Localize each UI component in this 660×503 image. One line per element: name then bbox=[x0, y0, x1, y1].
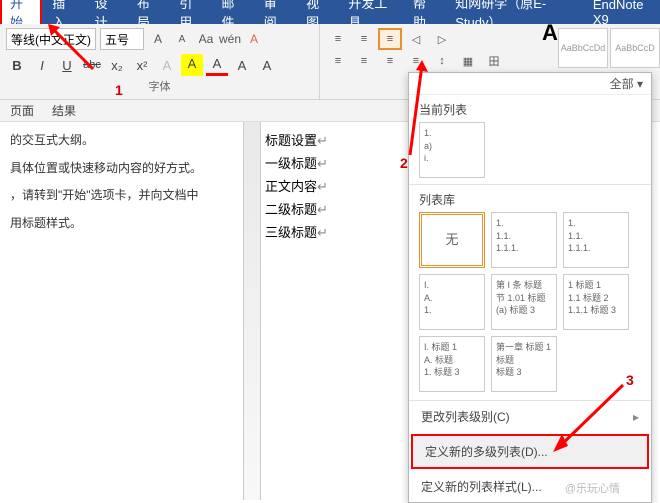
subbar-result[interactable]: 结果 bbox=[52, 102, 76, 119]
list-preset-5[interactable]: 1 标题 11.1 标题 21.1.1 标题 3 bbox=[563, 274, 629, 330]
increase-indent-button[interactable]: ▷ bbox=[430, 28, 454, 50]
line-spacing-button[interactable]: ↕ bbox=[430, 50, 454, 72]
style-preview-1[interactable]: AaBbCcDd bbox=[558, 28, 608, 68]
doc-line-1: 标题设置 bbox=[265, 133, 317, 148]
change-case-icon[interactable]: Aa bbox=[196, 29, 216, 49]
clear-format-icon[interactable]: A bbox=[244, 29, 264, 49]
bold-button[interactable]: B bbox=[6, 54, 28, 76]
chevron-right-icon: ▸ bbox=[633, 410, 639, 424]
align-center-button[interactable]: ≡ bbox=[352, 50, 376, 72]
watermark: @乐玩心情 bbox=[565, 480, 620, 496]
vertical-ruler bbox=[243, 122, 261, 500]
align-justify-button[interactable]: ≡ bbox=[404, 50, 428, 72]
dropdown-all[interactable]: 全部 ▾ bbox=[610, 75, 643, 92]
list-preset-4[interactable]: 第 I 条 标题节 1.01 标题(a) 标题 3 bbox=[491, 274, 557, 330]
font-size-combo[interactable]: 五号 bbox=[100, 28, 144, 50]
nav-line-2: 具体位置或快速移动内容的好方式。 bbox=[10, 158, 230, 180]
doc-line-3: 正文内容 bbox=[265, 179, 317, 194]
current-list-preview[interactable]: 1.a)i. bbox=[419, 122, 485, 178]
navigation-pane-text: 的交互式大纲。 具体位置或快速移动内容的好方式。 ，请转到"开始"选项卡，并向文… bbox=[0, 122, 240, 248]
current-list-label: 当前列表 bbox=[409, 95, 651, 122]
align-right-button[interactable]: ≡ bbox=[378, 50, 402, 72]
document-content[interactable]: 标题设置↵ 一级标题↵ 正文内容↵ 二级标题↵ 三级标题↵ bbox=[265, 130, 328, 245]
multilevel-list-button[interactable]: ≡ bbox=[378, 28, 402, 50]
menu-bar: 开始 插入 设计 布局 引用 邮件 审阅 视图 开发工具 帮助 知网研学（原E-… bbox=[0, 0, 660, 24]
subbar-page[interactable]: 页面 bbox=[10, 102, 34, 119]
list-preset-7[interactable]: 第一章 标题 1标题标题 3 bbox=[491, 336, 557, 392]
annotation-2: 2 bbox=[400, 155, 408, 171]
list-preset-6[interactable]: I. 标题 1A. 标题1. 标题 3 bbox=[419, 336, 485, 392]
font-family-combo[interactable]: 等线(中文正文) bbox=[6, 28, 96, 50]
font-color-button[interactable]: A bbox=[206, 54, 228, 76]
list-preset-3[interactable]: I.A.1. bbox=[419, 274, 485, 330]
borders-button[interactable]: 田 bbox=[482, 50, 506, 72]
nav-line-4: 用标题样式。 bbox=[10, 213, 230, 235]
underline-button[interactable]: U bbox=[56, 54, 78, 76]
decrease-indent-button[interactable]: ◁ bbox=[404, 28, 428, 50]
italic-button[interactable]: I bbox=[31, 54, 53, 76]
doc-line-2: 一级标题 bbox=[265, 156, 317, 171]
char-border-button[interactable]: A bbox=[231, 54, 253, 76]
annotation-3: 3 bbox=[626, 372, 634, 388]
styles-gallery: AaBbCcDd AaBbCcD A bbox=[558, 28, 660, 68]
superscript-button[interactable]: x² bbox=[131, 54, 153, 76]
bullets-button[interactable]: ≡ bbox=[326, 28, 350, 50]
list-preset-none[interactable]: 无 bbox=[419, 212, 485, 268]
styles-letter-icon: A bbox=[542, 20, 558, 46]
style-preview-2[interactable]: AaBbCcD bbox=[610, 28, 660, 68]
change-list-level[interactable]: 更改列表级别(C)▸ bbox=[409, 401, 651, 432]
annotation-1: 1 bbox=[115, 82, 123, 98]
char-shading-button[interactable]: A bbox=[256, 54, 278, 76]
font-group: 等线(中文正文) 五号 A A Aa wén A B I U abc x₂ x²… bbox=[0, 24, 320, 99]
list-library-label: 列表库 bbox=[409, 185, 651, 212]
subscript-button[interactable]: x₂ bbox=[106, 54, 128, 76]
multilevel-list-dropdown: 全部 ▾ 当前列表 1.a)i. 列表库 无 1.1.1.1.1.1. 1.1.… bbox=[408, 72, 652, 503]
strikethrough-button[interactable]: abc bbox=[81, 54, 103, 76]
doc-line-4: 二级标题 bbox=[265, 202, 317, 217]
font-group-label: 字体 bbox=[6, 78, 313, 94]
nav-line-3: ，请转到"开始"选项卡，并向文档中 bbox=[10, 185, 230, 207]
define-new-multilevel-list[interactable]: 定义新的多级列表(D)... bbox=[411, 434, 649, 469]
list-preset-2[interactable]: 1.1.1.1.1.1. bbox=[563, 212, 629, 268]
numbering-button[interactable]: ≡ bbox=[352, 28, 376, 50]
shading-button[interactable]: ▦ bbox=[456, 50, 480, 72]
align-left-button[interactable]: ≡ bbox=[326, 50, 350, 72]
list-preset-1[interactable]: 1.1.1.1.1.1. bbox=[491, 212, 557, 268]
highlight-button[interactable]: A bbox=[181, 54, 203, 76]
phonetic-guide-icon[interactable]: wén bbox=[220, 29, 240, 49]
nav-line-1: 的交互式大纲。 bbox=[10, 130, 230, 152]
decrease-font-icon[interactable]: A bbox=[172, 29, 192, 49]
text-effects-button[interactable]: A bbox=[156, 54, 178, 76]
increase-font-icon[interactable]: A bbox=[148, 29, 168, 49]
doc-line-5: 三级标题 bbox=[265, 225, 317, 240]
